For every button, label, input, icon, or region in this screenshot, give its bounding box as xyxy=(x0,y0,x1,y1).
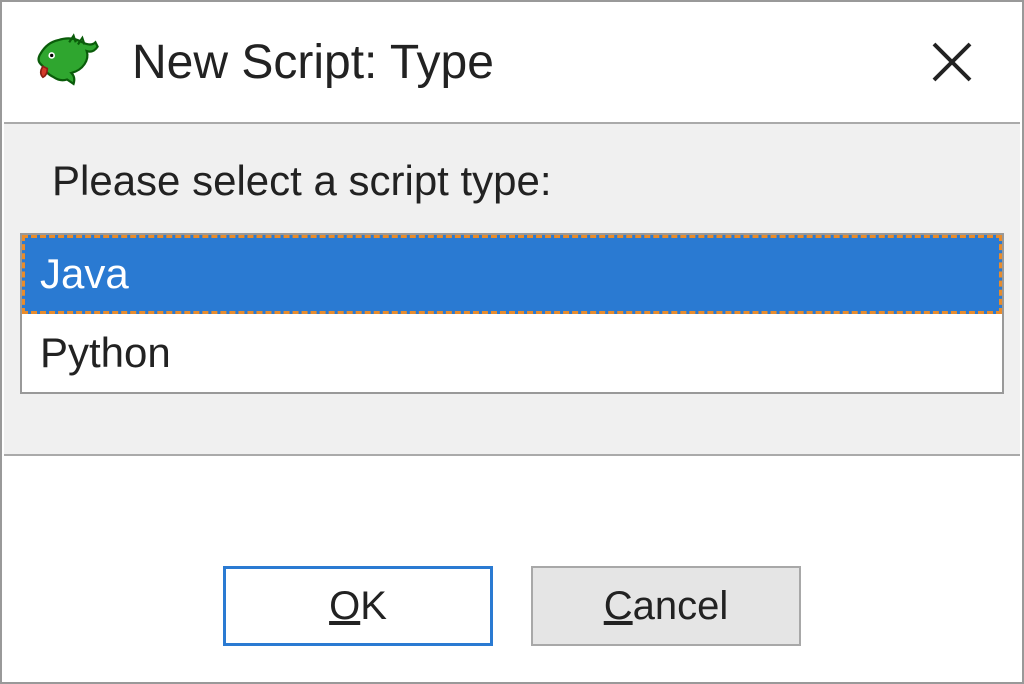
ok-button[interactable]: OK xyxy=(223,566,493,646)
close-icon xyxy=(928,38,976,86)
close-button[interactable] xyxy=(912,22,992,102)
ok-button-label: OK xyxy=(329,584,387,629)
cancel-button[interactable]: Cancel xyxy=(531,566,801,646)
cancel-button-label: Cancel xyxy=(604,584,729,629)
prompt-label: Please select a script type: xyxy=(52,157,1008,205)
script-type-listbox[interactable]: Java Python xyxy=(20,233,1004,394)
list-item-python[interactable]: Python xyxy=(22,314,1002,393)
new-script-dialog: New Script: Type Please select a script … xyxy=(0,0,1024,684)
list-item-java[interactable]: Java xyxy=(22,235,1002,314)
dragon-icon xyxy=(32,27,102,97)
dialog-body: Please select a script type: Java Python xyxy=(4,122,1020,456)
titlebar: New Script: Type xyxy=(2,2,1022,122)
dialog-title: New Script: Type xyxy=(132,35,912,90)
button-row: OK Cancel xyxy=(2,530,1022,682)
